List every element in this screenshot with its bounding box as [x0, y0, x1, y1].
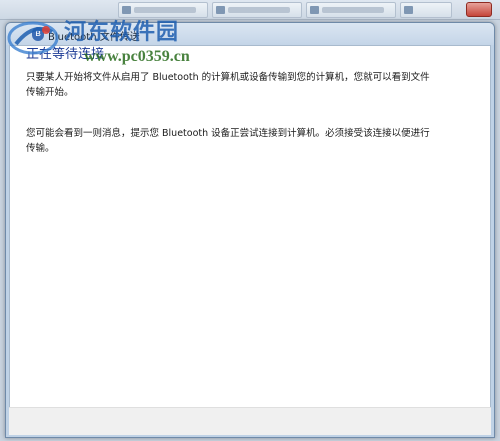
window-icon	[310, 6, 319, 14]
window-icon	[216, 6, 225, 14]
background-window-tab	[212, 2, 302, 18]
watermark-site-name: 河东软件园	[64, 19, 180, 45]
dialog-content	[9, 45, 491, 435]
instruction-text: 只要某人开始将文件从启用了 Bluetooth 的计算机或设备传输到您的计算机，…	[26, 72, 430, 98]
watermark-url: www.pc0359.cn	[84, 48, 190, 65]
background-close-button[interactable]	[466, 2, 492, 17]
connection-note-text: 您可能会看到一则消息，提示您 Bluetooth 设备正尝试连接到计算机。必须接…	[26, 128, 430, 154]
window-icon	[404, 6, 413, 14]
background-window-tab	[306, 2, 396, 18]
background-window-tab	[400, 2, 452, 18]
window-icon	[122, 6, 131, 14]
watermark-logo-icon	[7, 21, 59, 55]
dialog-footer	[9, 407, 491, 435]
